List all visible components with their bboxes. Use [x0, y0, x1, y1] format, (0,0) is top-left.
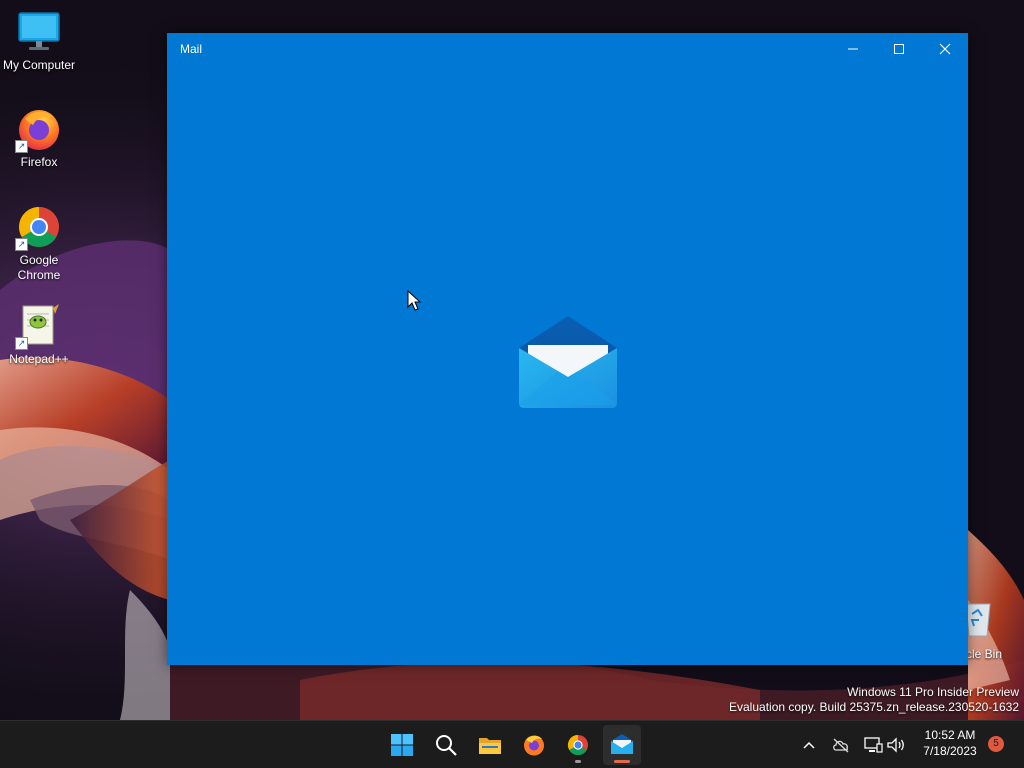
desktop-icon-notepadpp[interactable]: ↗ Notepad++ — [0, 302, 78, 367]
notification-badge[interactable]: 5 — [988, 736, 1004, 752]
start-button[interactable] — [383, 725, 421, 765]
cloud-offline-icon[interactable] — [831, 735, 851, 755]
clock-date: 7/18/2023 — [923, 744, 977, 758]
network-icon[interactable] — [863, 735, 883, 755]
taskbar-clock[interactable]: 10:52 AM 7/18/2023 — [915, 727, 985, 759]
chrome-icon — [567, 734, 588, 756]
shortcut-arrow-icon: ↗ — [15, 337, 28, 350]
file-explorer-icon — [479, 738, 501, 754]
firefox-icon: ↗ — [15, 105, 63, 153]
firefox-icon — [524, 735, 544, 756]
watermark-line-2: Evaluation copy. Build 25375.zn_release.… — [729, 700, 1019, 714]
desktop-icon-firefox[interactable]: ↗ Firefox — [0, 105, 78, 170]
notepadpp-icon: ↗ — [15, 302, 63, 350]
mail-splash-logo — [519, 316, 617, 408]
desktop-icon-label: My Computer — [2, 58, 76, 72]
window-title: Mail — [180, 42, 203, 56]
taskbar — [0, 720, 1024, 768]
shortcut-arrow-icon: ↗ — [15, 140, 28, 153]
desktop-icon-label: Notepad++ — [9, 352, 69, 366]
mouse-cursor-icon — [407, 290, 421, 311]
running-indicator — [575, 760, 581, 763]
title-bar[interactable]: Mail — [167, 33, 968, 65]
desktop-icon-google-chrome[interactable]: ↗ Google Chrome — [0, 203, 78, 283]
volume-icon[interactable] — [886, 735, 906, 755]
desktop-icon-label: Google Chrome — [17, 253, 61, 282]
close-icon — [939, 43, 951, 55]
close-button[interactable] — [922, 33, 968, 65]
monitor-icon — [15, 8, 63, 56]
search-icon — [436, 735, 457, 756]
active-indicator — [614, 760, 630, 763]
maximize-button[interactable] — [876, 33, 922, 65]
taskbar-chrome[interactable] — [559, 725, 597, 765]
minimize-icon — [848, 48, 858, 50]
start-icon — [391, 734, 413, 756]
taskbar-mail[interactable] — [603, 725, 641, 765]
mail-icon — [611, 734, 633, 754]
recycle-bin-label: ycle Bin — [960, 647, 1003, 661]
clock-time: 10:52 AM — [924, 728, 976, 742]
windows-watermark: Windows 11 Pro Insider Preview Evaluatio… — [729, 685, 1019, 715]
desktop-icon-label: Firefox — [20, 155, 58, 169]
desktop-icon-my-computer[interactable]: My Computer — [0, 8, 78, 73]
maximize-icon — [894, 44, 904, 54]
taskbar-search-button[interactable] — [427, 725, 465, 765]
watermark-line-1: Windows 11 Pro Insider Preview — [847, 685, 1019, 699]
mail-window[interactable]: Mail — [167, 33, 968, 665]
taskbar-file-explorer[interactable] — [471, 725, 509, 765]
minimize-button[interactable] — [830, 33, 876, 65]
chrome-icon: ↗ — [15, 203, 63, 251]
taskbar-firefox[interactable] — [515, 725, 553, 765]
shortcut-arrow-icon: ↗ — [15, 238, 28, 251]
chevron-up-icon[interactable] — [799, 735, 819, 755]
